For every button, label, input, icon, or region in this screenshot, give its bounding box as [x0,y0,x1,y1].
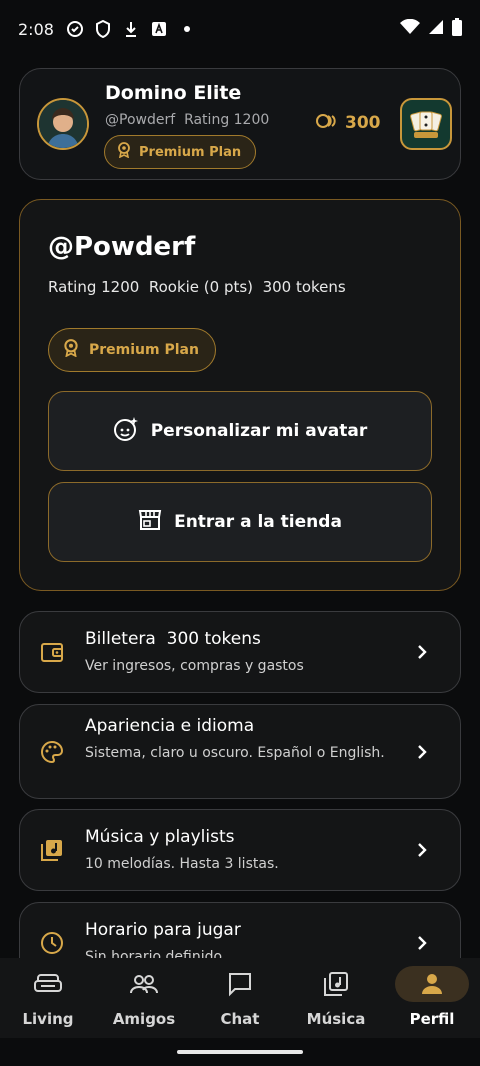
status-time: 2:08 [18,19,54,39]
medal-icon [117,142,131,162]
tab-chat-label: Chat [220,1010,260,1028]
chevron-right-icon [414,644,430,660]
tab-living-label: Living [22,1010,74,1028]
gesture-bar [0,1038,480,1066]
chevron-right-icon [414,842,430,858]
appearance-title: Apariencia e idioma [85,716,255,736]
tab-living[interactable]: Living [0,958,96,1038]
header-subtitle: @Powderf Rating 1200 [105,112,269,128]
wallet-desc: Ver ingresos, compras y gastos [85,658,304,674]
coins-icon [315,113,337,133]
battery-icon [452,18,462,40]
profile-handle: @Powderf [48,232,196,262]
wallet-icon [40,640,64,664]
sofa-icon [11,966,85,1002]
tab-chat[interactable]: Chat [192,958,288,1038]
dot-icon [178,20,196,38]
coin-count: 300 [345,113,381,133]
app-title: Domino Elite [105,82,242,104]
premium-plan-badge-large[interactable]: Premium Plan [48,328,216,372]
chat-icon [203,966,277,1002]
chevron-right-icon [414,935,430,951]
wallet-title: Billetera 300 tokens [85,629,261,649]
enter-store-button[interactable]: Entrar a la tienda [48,482,432,562]
bottom-navigation: Living Amigos Chat Música Perfil [0,958,480,1038]
profile-header-card: Domino Elite @Powderf Rating 1200 Premiu… [19,68,461,180]
medal-icon [63,339,79,361]
premium-plan-badge[interactable]: Premium Plan [104,135,257,169]
schedule-title: Horario para jugar [85,920,241,940]
enter-store-label: Entrar a la tienda [174,512,342,532]
shield-icon [94,20,112,38]
profile-card: @Powderf Rating 1200 Rookie (0 pts) 300 … [19,199,461,591]
face-sparkle-icon [113,416,139,447]
home-indicator[interactable] [177,1050,303,1054]
download-icon [122,20,140,38]
appearance-desc: Sistema, claro u oscuro. Español o Engli… [85,745,385,761]
tab-perfil-label: Perfil [409,1010,455,1028]
tab-musica-label: Música [306,1010,366,1028]
sync-icon [66,20,84,38]
tab-musica[interactable]: Música [288,958,384,1038]
store-icon [138,509,162,536]
signal-icon [428,19,444,39]
clock-icon [40,931,64,955]
chevron-right-icon [414,744,430,760]
game-logo-icon[interactable] [400,98,452,150]
person-icon [395,966,469,1002]
list-item-music[interactable]: Música y playlists 10 melodías. Hasta 3 … [19,809,461,891]
music-icon [299,966,373,1002]
profile-stats: Rating 1200 Rookie (0 pts) 300 tokens [48,278,346,296]
tab-amigos[interactable]: Amigos [96,958,192,1038]
tab-amigos-label: Amigos [112,1010,176,1028]
header-handle: @Powderf [105,112,176,128]
list-item-appearance[interactable]: Apariencia e idioma Sistema, claro u osc… [19,704,461,799]
status-bar: 2:08 [0,0,480,58]
customize-avatar-button[interactable]: Personalizar mi avatar [48,391,432,471]
tab-perfil[interactable]: Perfil [384,958,480,1038]
header-rating: Rating 1200 [184,112,270,128]
palette-icon [40,740,64,764]
music-library-icon [40,838,64,862]
music-desc: 10 melodías. Hasta 3 listas. [85,856,279,872]
premium-plan-label: Premium Plan [139,144,242,160]
wifi-icon [400,18,420,39]
coin-balance[interactable]: 300 [315,113,381,133]
avatar[interactable] [37,98,89,150]
premium-plan-label: Premium Plan [89,342,199,358]
music-title: Música y playlists [85,827,235,847]
list-item-wallet[interactable]: Billetera 300 tokens Ver ingresos, compr… [19,611,461,693]
friends-icon [107,966,181,1002]
customize-avatar-label: Personalizar mi avatar [150,421,368,441]
app-a-icon [150,20,168,38]
